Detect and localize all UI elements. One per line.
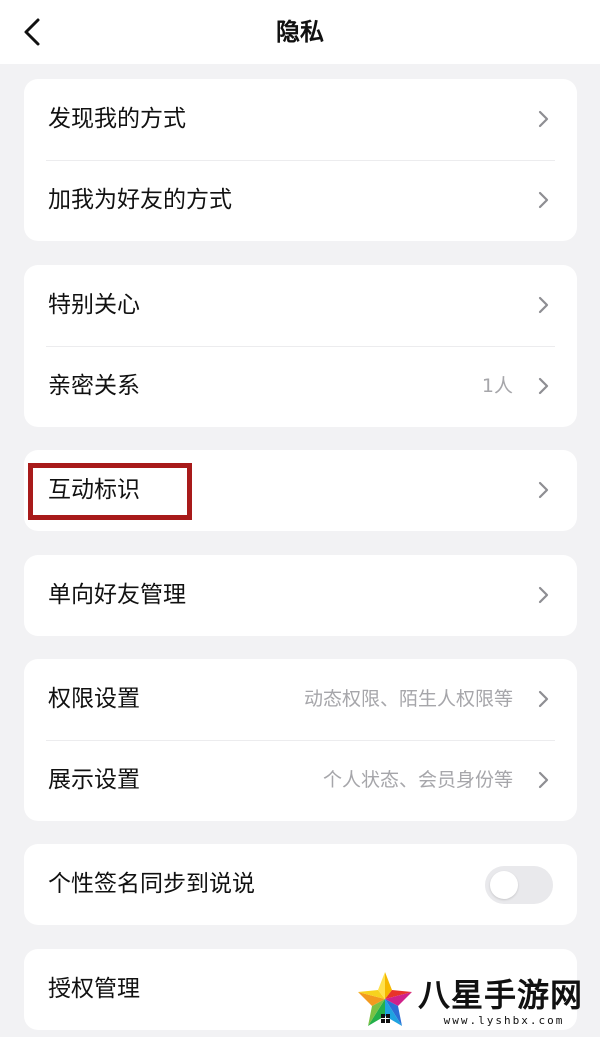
chevron-right-icon	[531, 374, 555, 398]
page-title: 隐私	[276, 18, 324, 46]
signature-sync-toggle[interactable]	[485, 866, 553, 904]
chevron-right-icon	[531, 583, 555, 607]
row-find-me[interactable]: 发现我的方式	[24, 79, 577, 160]
settings-group-one-way: 单向好友管理	[24, 555, 577, 636]
settings-group-relations: 特别关心 亲密关系 1人	[24, 265, 577, 427]
row-intimate-relations[interactable]: 亲密关系 1人	[24, 346, 577, 427]
row-label: 授权管理	[48, 976, 140, 1002]
row-label: 亲密关系	[48, 373, 140, 399]
row-authorization-management[interactable]: 授权管理	[24, 949, 577, 1030]
row-signature-sync: 个性签名同步到说说	[24, 844, 577, 925]
chevron-left-icon	[24, 18, 40, 46]
settings-group-interaction: 互动标识	[24, 450, 577, 531]
settings-group-permissions: 权限设置 动态权限、陌生人权限等 展示设置 个人状态、会员身份等	[24, 659, 577, 821]
chevron-right-icon	[531, 188, 555, 212]
row-label: 互动标识	[48, 477, 140, 503]
row-label: 加我为好友的方式	[48, 187, 232, 213]
row-label: 单向好友管理	[48, 582, 186, 608]
row-label: 展示设置	[48, 767, 140, 793]
privacy-settings-page: 隐私 发现我的方式 加我为好友的方式 特别关心 亲密关系 1人 互动标识 单向好…	[0, 0, 600, 1037]
row-display-settings[interactable]: 展示设置 个人状态、会员身份等	[24, 740, 577, 821]
row-interaction-badges[interactable]: 互动标识	[24, 450, 577, 531]
settings-group-signature: 个性签名同步到说说	[24, 844, 577, 925]
chevron-right-icon	[531, 768, 555, 792]
row-one-way-friends[interactable]: 单向好友管理	[24, 555, 577, 636]
row-label: 权限设置	[48, 686, 140, 712]
row-value: 动态权限、陌生人权限等	[303, 688, 513, 710]
settings-group-discovery: 发现我的方式 加我为好友的方式	[24, 79, 577, 241]
row-value: 1人	[481, 375, 513, 397]
row-label: 个性签名同步到说说	[48, 871, 255, 897]
chevron-right-icon	[531, 293, 555, 317]
row-label: 发现我的方式	[48, 106, 186, 132]
row-value: 个人状态、会员身份等	[322, 769, 513, 791]
chevron-right-icon	[531, 687, 555, 711]
row-special-care[interactable]: 特别关心	[24, 265, 577, 346]
row-label: 特别关心	[48, 292, 140, 318]
nav-header: 隐私	[0, 0, 600, 64]
toggle-knob	[490, 871, 518, 899]
back-button[interactable]	[14, 12, 54, 52]
row-permission-settings[interactable]: 权限设置 动态权限、陌生人权限等	[24, 659, 577, 740]
row-add-friend-method[interactable]: 加我为好友的方式	[24, 160, 577, 241]
settings-group-authorization: 授权管理	[24, 949, 577, 1030]
chevron-right-icon	[531, 478, 555, 502]
chevron-right-icon	[531, 107, 555, 131]
